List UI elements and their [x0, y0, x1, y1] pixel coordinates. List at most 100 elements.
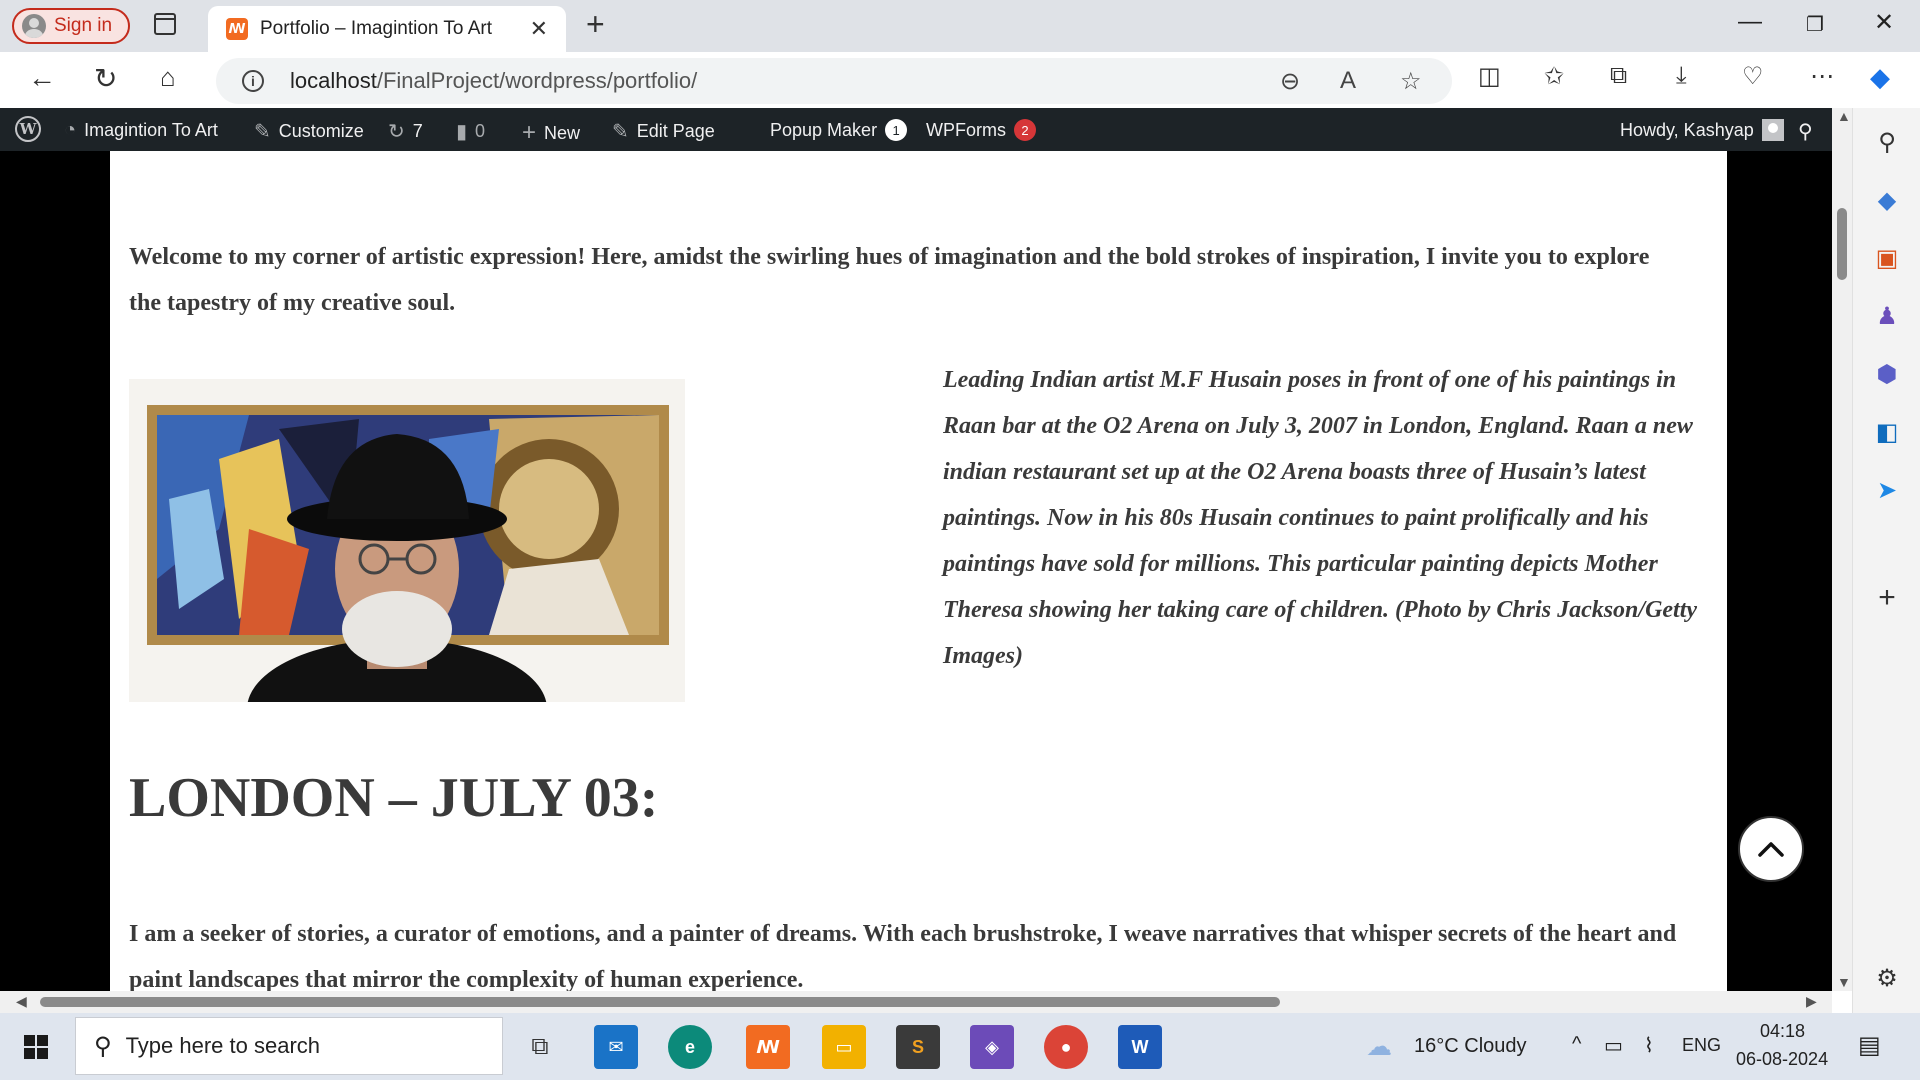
drop-icon[interactable]: ➤: [1873, 476, 1901, 504]
show-hidden-icons-icon[interactable]: ^: [1572, 1033, 1581, 1056]
minimize-icon[interactable]: —: [1738, 8, 1762, 36]
games-icon[interactable]: ♟: [1873, 302, 1901, 330]
refresh-icon[interactable]: ↻: [94, 62, 117, 95]
my-account-menu[interactable]: Howdy, Kashyap: [1620, 119, 1784, 141]
scroll-down-arrow-icon[interactable]: ▼: [1837, 974, 1851, 990]
sidebar-settings-gear-icon[interactable]: ⚙: [1873, 964, 1901, 992]
clock-date[interactable]: 06-08-2024: [1736, 1049, 1828, 1070]
battery-icon[interactable]: ▭: [1604, 1033, 1623, 1058]
sign-in-label: Sign in: [54, 15, 113, 36]
more-menu-icon[interactable]: ⋯: [1810, 62, 1834, 91]
tools-icon[interactable]: ▣: [1873, 244, 1901, 272]
horizontal-scroll-thumb[interactable]: [40, 997, 1280, 1007]
restore-icon[interactable]: ❐: [1806, 12, 1824, 37]
windows-start-icon[interactable]: [24, 1035, 48, 1059]
add-sidebar-app-icon[interactable]: +: [1873, 581, 1901, 614]
collections-icon[interactable]: ⧉: [1610, 62, 1627, 90]
sign-in-button[interactable]: Sign in: [12, 8, 130, 44]
visual-studio-icon[interactable]: ◈: [970, 1025, 1014, 1069]
scroll-up-arrow-icon[interactable]: ▲: [1837, 108, 1851, 124]
scroll-to-top-button[interactable]: [1738, 816, 1804, 882]
wpforms-label: WPForms: [926, 119, 1006, 140]
outlook-icon[interactable]: ◧: [1873, 418, 1901, 446]
favorites-icon[interactable]: ✩: [1544, 62, 1564, 91]
body-paragraph: I am a seeker of stories, a curator of e…: [129, 921, 1677, 991]
tab-title: Portfolio – Imagintion To Art: [260, 18, 492, 39]
updates-count: 7: [412, 121, 423, 141]
site-name-label: Imagintion To Art: [84, 120, 218, 140]
edge-sidebar: ⚲ ◆ ▣ ♟ ⬢ ◧ ➤ + ⚙: [1852, 108, 1920, 1013]
customize-link[interactable]: ✎ Customize: [254, 119, 364, 144]
downloads-icon[interactable]: ⤓: [1676, 62, 1687, 90]
comments-link[interactable]: ▮ 0: [456, 119, 485, 144]
plus-icon: +: [522, 119, 537, 146]
favorite-star-icon[interactable]: ☆: [1400, 67, 1422, 96]
tab-actions-icon[interactable]: [154, 13, 176, 35]
vertical-scrollbar[interactable]: ▲ ▼: [1832, 108, 1852, 991]
wp-logo-menu[interactable]: W: [15, 116, 41, 142]
updates-icon: ↻: [388, 121, 405, 143]
section-heading: LONDON – JULY 03:: [129, 767, 659, 829]
wp-admin-bar: W ◔ Imagintion To Art ✎ Customize ↻ 7 ▮ …: [0, 108, 1832, 151]
read-aloud-icon[interactable]: A: [1340, 67, 1356, 95]
taskbar-search-placeholder: Type here to search: [125, 1033, 321, 1058]
browser-tab-strip: Sign in ꟿ Portfolio – Imagintion To Art …: [0, 0, 1920, 52]
site-name-menu[interactable]: ◔ Imagintion To Art: [64, 119, 218, 142]
howdy-label: Howdy, Kashyap: [1620, 119, 1754, 140]
vertical-scroll-thumb[interactable]: [1837, 208, 1847, 280]
notifications-icon[interactable]: ▤: [1858, 1031, 1881, 1060]
wpforms-menu[interactable]: WPForms 2: [926, 119, 1036, 141]
copilot-icon[interactable]: ◆: [1870, 62, 1890, 93]
new-content-menu[interactable]: + New: [522, 119, 580, 147]
edge-browser-icon[interactable]: e: [668, 1025, 712, 1069]
search-icon: ⚲: [1798, 121, 1813, 143]
language-indicator[interactable]: ENG: [1682, 1035, 1721, 1056]
profile-icon: [22, 14, 46, 38]
tab-portfolio[interactable]: ꟿ Portfolio – Imagintion To Art ✕: [208, 6, 566, 52]
taskbar-search-box[interactable]: ⚲ Type here to search: [75, 1017, 503, 1075]
search-icon: ⚲: [94, 1032, 112, 1060]
close-window-icon[interactable]: ✕: [1874, 8, 1894, 37]
split-screen-icon[interactable]: ◫: [1478, 62, 1501, 91]
site-info-icon[interactable]: i: [242, 70, 264, 92]
file-explorer-icon[interactable]: ▭: [822, 1025, 866, 1069]
updates-link[interactable]: ↻ 7: [388, 119, 423, 144]
mail-icon[interactable]: ✉: [594, 1025, 638, 1069]
new-tab-button[interactable]: +: [586, 6, 605, 43]
popup-maker-menu[interactable]: Popup Maker 1: [770, 119, 908, 141]
home-icon[interactable]: ⌂: [160, 62, 176, 93]
clock-time[interactable]: 04:18: [1760, 1021, 1805, 1042]
husain-photo: [129, 379, 685, 702]
comment-icon: ▮: [456, 121, 468, 143]
popup-maker-badge: 1: [885, 119, 908, 141]
url-text[interactable]: localhost/FinalProject/wordpress/portfol…: [290, 68, 697, 94]
xampp-favicon-icon: ꟿ: [226, 18, 248, 40]
user-avatar-icon: [1761, 119, 1784, 141]
back-icon[interactable]: ←: [28, 62, 56, 94]
intro-text: Welcome to my corner of artistic express…: [129, 244, 1650, 316]
scroll-right-arrow-icon[interactable]: ▶: [1806, 993, 1817, 1010]
task-view-icon[interactable]: ⧉: [518, 1025, 562, 1069]
wpforms-badge: 2: [1014, 119, 1036, 141]
edit-page-link[interactable]: ✎ Edit Page: [612, 119, 715, 144]
microsoft-365-icon[interactable]: ⬢: [1873, 360, 1901, 388]
zoom-out-icon[interactable]: ⊖: [1280, 67, 1300, 96]
address-bar[interactable]: i localhost/FinalProject/wordpress/portf…: [216, 58, 1452, 104]
painting-photo-illustration: [129, 379, 685, 702]
xampp-icon[interactable]: ꟿ: [746, 1025, 790, 1069]
weather-text[interactable]: 16°C Cloudy: [1414, 1035, 1527, 1058]
shopping-tag-icon[interactable]: ◆: [1873, 186, 1901, 214]
sidebar-search-icon[interactable]: ⚲: [1873, 128, 1901, 156]
sublime-text-icon[interactable]: S: [896, 1025, 940, 1069]
horizontal-scrollbar[interactable]: ◀ ▶: [0, 991, 1832, 1013]
scroll-left-arrow-icon[interactable]: ◀: [16, 993, 27, 1010]
photo-caption: Leading Indian artist M.F Husain poses i…: [943, 367, 1698, 669]
word-icon[interactable]: W: [1118, 1025, 1162, 1069]
tab-close-icon[interactable]: ✕: [530, 16, 548, 42]
wifi-icon[interactable]: ⌇: [1644, 1033, 1654, 1058]
browser-essentials-icon[interactable]: ♡: [1742, 62, 1764, 91]
admin-search[interactable]: ⚲: [1798, 119, 1813, 144]
edit-page-label: Edit Page: [636, 121, 715, 141]
page-viewport: Welcome to my corner of artistic express…: [0, 151, 1832, 991]
chrome-icon[interactable]: ●: [1044, 1025, 1088, 1069]
